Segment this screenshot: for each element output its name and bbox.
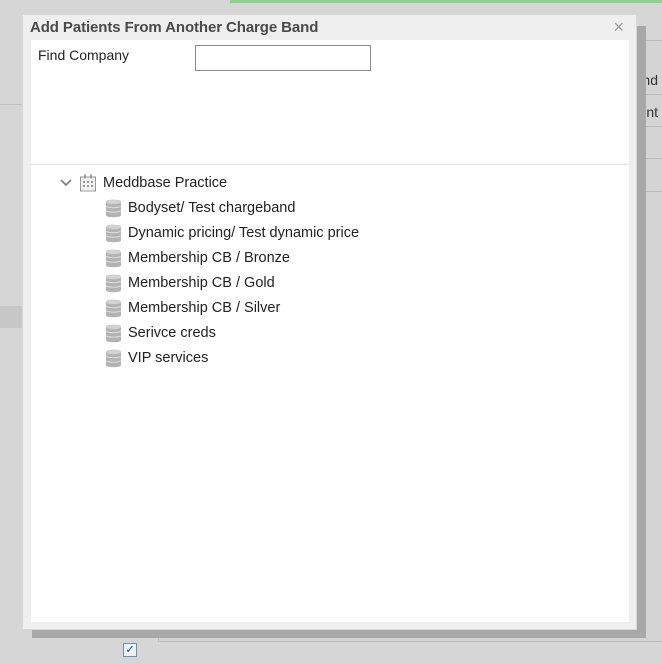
database-icon [105,274,122,292]
chevron-down-icon[interactable] [59,176,73,190]
tree-item[interactable]: Dynamic pricing/ Test dynamic price [105,222,359,244]
tree-item-label: Membership CB / Gold [128,275,275,291]
charge-band-dialog: Add Patients From Another Charge Band × … [22,14,637,630]
database-icon [105,324,122,342]
tree-item[interactable]: Bodyset/ Test chargeband [105,197,295,219]
close-icon[interactable]: × [613,17,624,37]
find-company-label: Find Company [38,47,130,63]
tree-item-label: Membership CB / Bronze [128,250,290,266]
divider [31,164,629,165]
building-icon [80,174,96,192]
background-row-highlight [0,306,24,328]
database-icon [105,299,122,317]
tree-item[interactable]: Membership CB / Bronze [105,247,290,269]
find-company-input[interactable] [195,45,371,71]
tree-item-label: Dynamic pricing/ Test dynamic price [128,225,360,241]
tree-item[interactable]: Serivce creds [105,322,216,344]
tree-item-label: Serivce creds [128,325,216,341]
tree-root-node[interactable]: Meddbase Practice [59,172,227,194]
tree-item-label: Bodyset/ Test chargeband [128,200,296,216]
database-icon [105,249,122,267]
tree-item[interactable]: Membership CB / Gold [105,272,275,294]
tree-item[interactable]: Membership CB / Silver [105,297,280,319]
tree-item[interactable]: VIP services [105,347,208,369]
dialog-title: Add Patients From Another Charge Band [30,19,319,36]
tree-item-label: Membership CB / Silver [128,300,281,316]
database-icon [105,224,122,242]
database-icon [105,199,122,217]
background-divider [0,104,24,105]
background-checkbox[interactable]: ✓ [123,643,137,657]
dialog-content: Find Company Meddbase Practice Bodyset/ … [31,40,629,622]
background-accent-line [230,0,662,3]
database-icon [105,349,122,367]
tree-root-label: Meddbase Practice [103,175,228,191]
tree-item-label: VIP services [128,350,209,366]
